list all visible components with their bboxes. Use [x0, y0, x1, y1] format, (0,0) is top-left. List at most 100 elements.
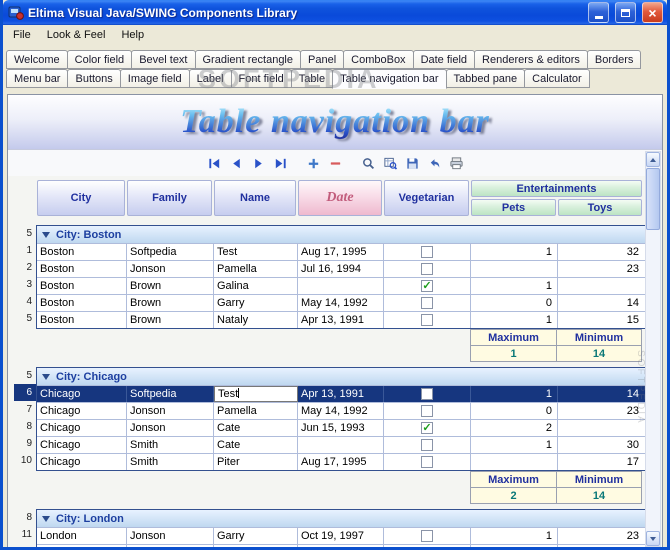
cell-date[interactable]	[298, 437, 384, 453]
cell-family[interactable]: Jonson	[127, 545, 214, 547]
cell-toys[interactable]: 15	[558, 312, 644, 328]
cell-pets[interactable]: 0	[471, 403, 558, 419]
save-button[interactable]	[402, 154, 422, 172]
remove-button[interactable]	[325, 154, 345, 172]
cell-date[interactable]: Sep 18, 1996	[298, 545, 384, 547]
cell-family[interactable]: Jonson	[127, 403, 214, 419]
cell-name[interactable]: Galina	[214, 278, 298, 294]
cell-date[interactable]: Jun 15, 1993	[298, 420, 384, 436]
cell-name[interactable]: Test	[214, 244, 298, 260]
cell-city[interactable]: Chicago	[37, 403, 127, 419]
table-row[interactable]: Chicago Smith Piter Aug 17, 1995 17	[37, 453, 646, 470]
cell-vegetarian[interactable]	[384, 454, 471, 470]
cell-name[interactable]: Pamella	[214, 545, 298, 547]
column-header-vegetarian[interactable]: Vegetarian	[384, 180, 469, 216]
cell-date[interactable]: Jul 16, 1994	[298, 261, 384, 277]
cell-vegetarian[interactable]	[384, 386, 471, 402]
vegetarian-checkbox[interactable]	[421, 388, 433, 400]
cell-name[interactable]: Garry	[214, 528, 298, 544]
group-header-city-chicago[interactable]: City: Chicago	[37, 368, 646, 385]
cell-family[interactable]: Smith	[127, 454, 214, 470]
cell-toys[interactable]: 23	[558, 261, 644, 277]
tab-color-field[interactable]: Color field	[66, 50, 133, 69]
table-row[interactable]: Boston Brown Nataly Apr 13, 1991 1 15	[37, 311, 646, 328]
cell-date[interactable]: May 14, 1992	[298, 295, 384, 311]
cell-toys[interactable]: 41	[558, 545, 644, 547]
tab-bevel-text[interactable]: Bevel text	[131, 50, 196, 69]
print-button[interactable]	[446, 154, 466, 172]
cell-date[interactable]: Apr 13, 1991	[298, 312, 384, 328]
tab-date-field[interactable]: Date field	[412, 50, 476, 69]
first-button[interactable]	[204, 154, 224, 172]
table-row[interactable]: London Jonson Garry Oct 19, 1997 1 23	[37, 527, 646, 544]
cell-date[interactable]	[298, 278, 384, 294]
maximize-button[interactable]	[615, 2, 636, 23]
cell-family[interactable]: Softpedia	[127, 386, 214, 402]
scroll-thumb[interactable]	[646, 168, 660, 230]
table-row[interactable]: Boston Brown Garry May 14, 1992 0 14	[37, 294, 646, 311]
cell-city[interactable]: London	[37, 545, 127, 547]
next-button[interactable]	[248, 154, 268, 172]
tab-table[interactable]: Table	[290, 69, 334, 88]
column-header-toys[interactable]: Toys	[558, 199, 642, 216]
tab-image-field[interactable]: Image field	[119, 69, 190, 88]
cell-family[interactable]: Brown	[127, 295, 214, 311]
cell-family[interactable]: Smith	[127, 437, 214, 453]
menu-help[interactable]: Help	[113, 26, 152, 44]
cell-toys[interactable]: 30	[558, 437, 644, 453]
cell-pets[interactable]: 0	[471, 295, 558, 311]
cell-toys[interactable]: 14	[558, 295, 644, 311]
cell-family[interactable]: Softpedia	[127, 244, 214, 260]
table-row[interactable]: Chicago Softpedia Test Apr 13, 1991 1 14	[37, 385, 646, 402]
tab-panel[interactable]: Panel	[300, 50, 345, 69]
tab-buttons[interactable]: Buttons	[67, 69, 121, 88]
cell-city[interactable]: Boston	[37, 312, 127, 328]
vegetarian-checkbox[interactable]	[421, 456, 433, 468]
column-header-family[interactable]: Family	[127, 180, 212, 216]
tab-label[interactable]: Label	[188, 69, 232, 88]
undo-button[interactable]	[424, 154, 444, 172]
table-row[interactable]: BostonBrownGalina 1	[37, 277, 646, 294]
search-button[interactable]	[358, 154, 378, 172]
preview-button[interactable]	[380, 154, 400, 172]
vegetarian-checkbox[interactable]	[421, 280, 433, 292]
cell-name[interactable]: Pamella	[214, 403, 298, 419]
cell-name[interactable]: Pamella	[214, 261, 298, 277]
cell-name[interactable]: Garry	[214, 295, 298, 311]
cell-vegetarian[interactable]	[384, 278, 471, 294]
tab-welcome[interactable]: Welcome	[6, 50, 68, 69]
cell-family[interactable]: Jonson	[127, 420, 214, 436]
column-header-city[interactable]: City	[37, 180, 125, 216]
cell-toys[interactable]: 14	[558, 386, 644, 402]
tab-renderers-editors[interactable]: Renderers & editors	[474, 50, 588, 69]
cell-vegetarian[interactable]	[384, 244, 471, 260]
cell-city[interactable]: Boston	[37, 295, 127, 311]
last-button[interactable]	[270, 154, 290, 172]
cell-family[interactable]: Brown	[127, 312, 214, 328]
cell-pets[interactable]: 1	[471, 437, 558, 453]
cell-city[interactable]: Boston	[37, 244, 127, 260]
cell-date[interactable]: Aug 17, 1995	[298, 244, 384, 260]
cell-vegetarian[interactable]	[384, 312, 471, 328]
tab-table-navigation-bar[interactable]: Table navigation bar	[332, 69, 447, 89]
cell-vegetarian[interactable]	[384, 295, 471, 311]
cell-toys[interactable]: 17	[558, 454, 644, 470]
tab-font-field[interactable]: Font field	[230, 69, 292, 88]
cell-vegetarian[interactable]	[384, 261, 471, 277]
tab-menu-bar[interactable]: Menu bar	[6, 69, 69, 88]
vegetarian-checkbox[interactable]	[421, 405, 433, 417]
cell-toys[interactable]	[558, 420, 644, 436]
table-row[interactable]: Boston Softpedia Test Aug 17, 1995 1 32	[37, 243, 646, 260]
cell-toys[interactable]: 23	[558, 528, 644, 544]
cell-pets[interactable]	[471, 261, 558, 277]
vegetarian-checkbox[interactable]	[421, 314, 433, 326]
group-header-city-london[interactable]: City: London	[37, 510, 646, 527]
cell-city[interactable]: Chicago	[37, 420, 127, 436]
cell-date[interactable]: May 14, 1992	[298, 403, 384, 419]
cell-pets[interactable]: 1	[471, 278, 558, 294]
add-button[interactable]	[303, 154, 323, 172]
cell-toys[interactable]: 23	[558, 403, 644, 419]
cell-toys[interactable]	[558, 278, 644, 294]
cell-pets[interactable]: 2	[471, 420, 558, 436]
tab-gradient-rectangle[interactable]: Gradient rectangle	[194, 50, 301, 69]
